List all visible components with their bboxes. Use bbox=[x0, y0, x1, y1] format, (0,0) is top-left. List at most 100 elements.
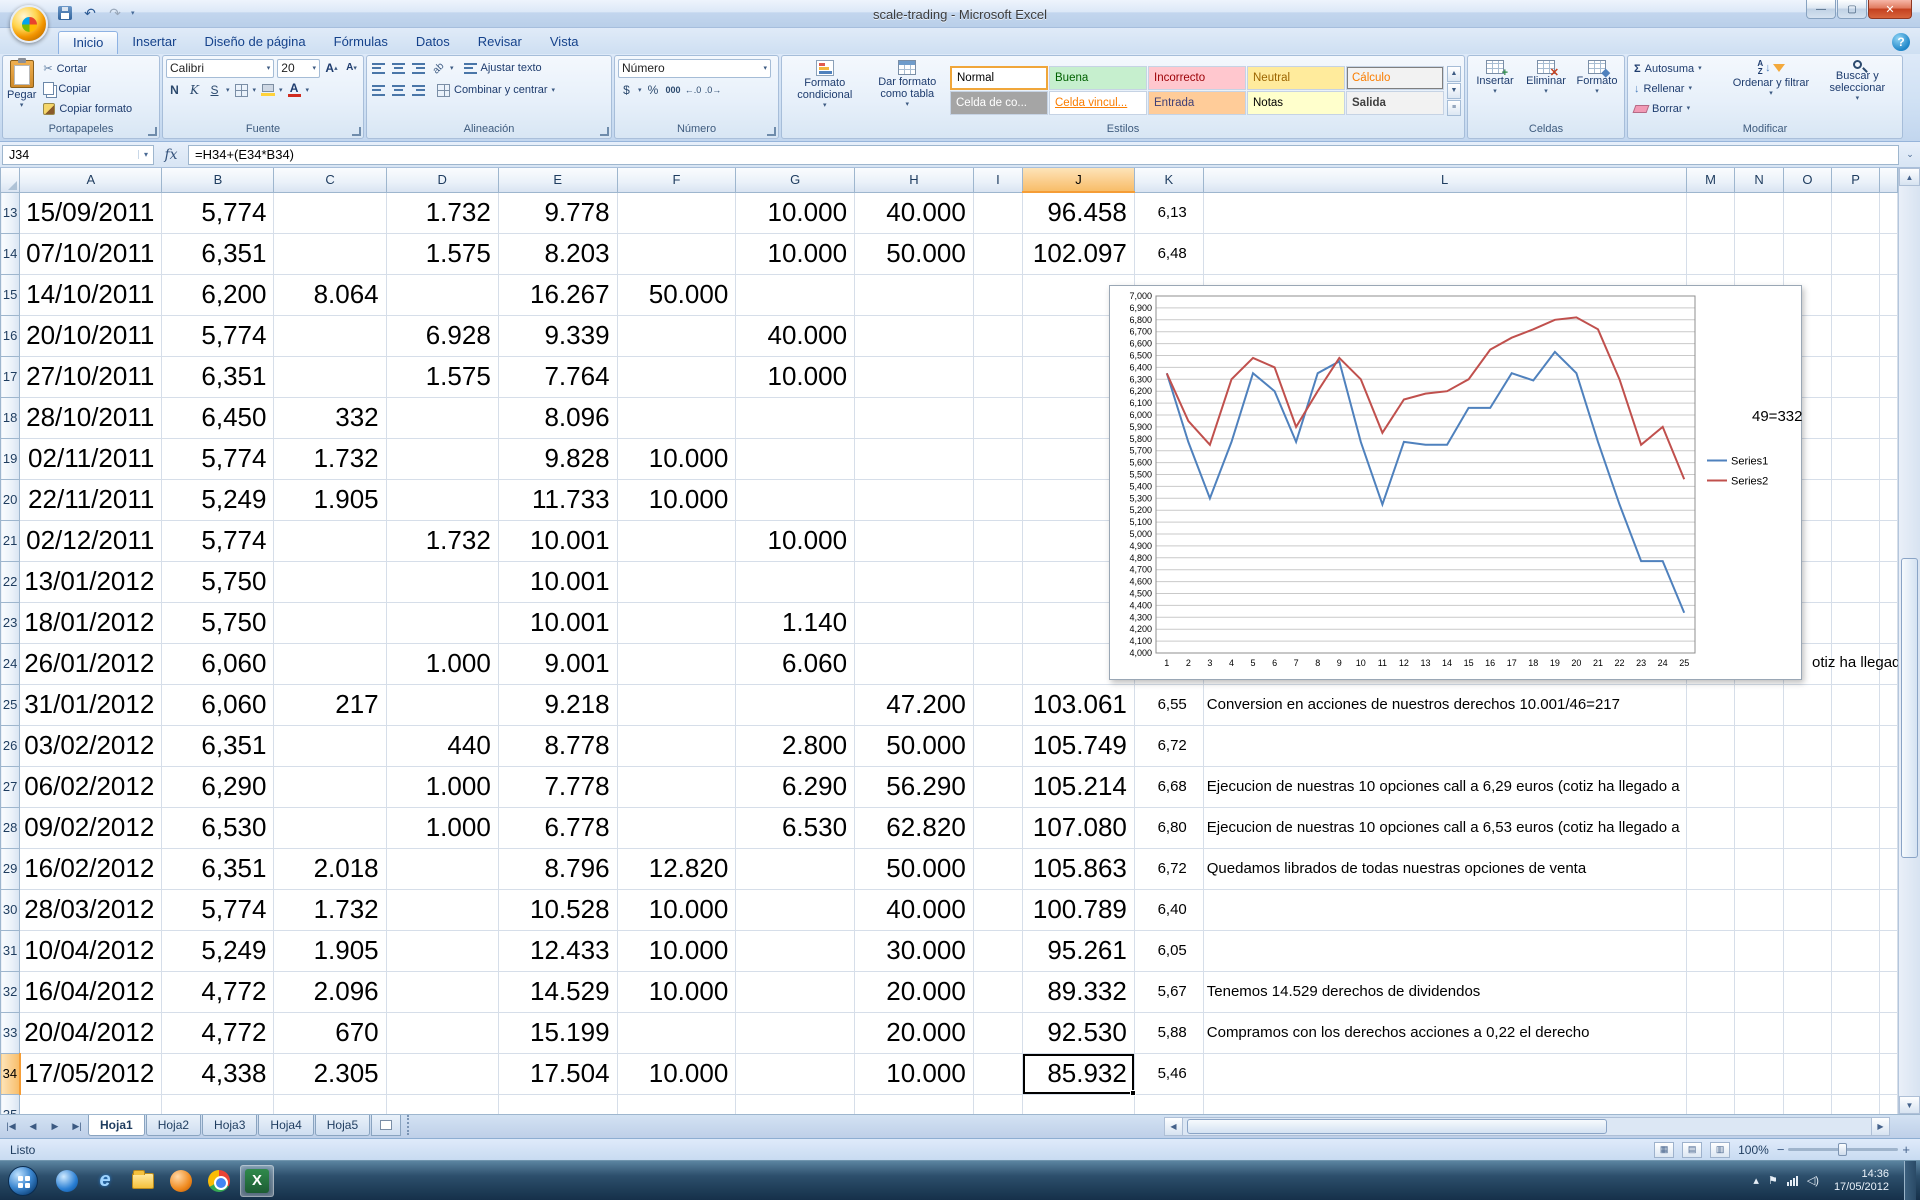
cell-M29[interactable] bbox=[1686, 848, 1735, 889]
column-header-G[interactable]: G bbox=[736, 168, 855, 192]
cell-K14[interactable]: 6,48 bbox=[1134, 233, 1203, 274]
cell-B19[interactable]: 5,774 bbox=[162, 438, 274, 479]
align-top-button[interactable] bbox=[370, 60, 387, 77]
merge-center-button[interactable]: Combinar y centrar▾ bbox=[434, 82, 558, 99]
row-header-19[interactable]: 19 bbox=[1, 438, 20, 479]
cell-A35[interactable] bbox=[20, 1094, 162, 1114]
cell-H14[interactable]: 50.000 bbox=[855, 233, 974, 274]
page-break-view-button[interactable]: ▥ bbox=[1710, 1142, 1730, 1158]
cell-G25[interactable] bbox=[736, 684, 855, 725]
vertical-scroll-thumb[interactable] bbox=[1901, 558, 1918, 858]
cell-C35[interactable] bbox=[274, 1094, 386, 1114]
cell-extra[interactable] bbox=[1880, 274, 1898, 315]
cell-B35[interactable] bbox=[162, 1094, 274, 1114]
cell-G24[interactable]: 6.060 bbox=[736, 643, 855, 684]
row-header-15[interactable]: 15 bbox=[1, 274, 20, 315]
cell-H21[interactable] bbox=[855, 520, 974, 561]
cell-J13[interactable]: 96.458 bbox=[1023, 192, 1135, 233]
cell-D30[interactable] bbox=[386, 889, 498, 930]
cell-E27[interactable]: 7.778 bbox=[498, 766, 617, 807]
name-box-dropdown-icon[interactable]: ▾ bbox=[138, 150, 153, 159]
cell-D18[interactable] bbox=[386, 397, 498, 438]
cell-A21[interactable]: 02/12/2011 bbox=[20, 520, 162, 561]
comma-format-button[interactable]: 000 bbox=[665, 82, 682, 99]
cell-F15[interactable]: 50.000 bbox=[617, 274, 736, 315]
cell-F32[interactable]: 10.000 bbox=[617, 971, 736, 1012]
taskbar-excel-icon[interactable]: X bbox=[240, 1165, 274, 1197]
cell-I30[interactable] bbox=[973, 889, 1022, 930]
volume-icon[interactable]: ◁) bbox=[1807, 1174, 1819, 1187]
gallery-up-button[interactable]: ▲ bbox=[1447, 66, 1461, 82]
cell-P20[interactable] bbox=[1832, 479, 1880, 520]
cell-B22[interactable]: 5,750 bbox=[162, 561, 274, 602]
gallery-more-button[interactable]: ≡ bbox=[1447, 100, 1461, 116]
cell-L25[interactable]: Conversion en acciones de nuestros derec… bbox=[1203, 684, 1686, 725]
cell-G27[interactable]: 6.290 bbox=[736, 766, 855, 807]
cell-N34[interactable] bbox=[1735, 1053, 1783, 1094]
cell-A30[interactable]: 28/03/2012 bbox=[20, 889, 162, 930]
column-header-O[interactable]: O bbox=[1783, 168, 1832, 192]
cell-A22[interactable]: 13/01/2012 bbox=[20, 561, 162, 602]
cell-M34[interactable] bbox=[1686, 1053, 1735, 1094]
cell-A31[interactable]: 10/04/2012 bbox=[20, 930, 162, 971]
cell-O30[interactable] bbox=[1783, 889, 1832, 930]
cell-extra[interactable] bbox=[1880, 889, 1898, 930]
cell-B24[interactable]: 6,060 bbox=[162, 643, 274, 684]
cell-D16[interactable]: 6.928 bbox=[386, 315, 498, 356]
row-header-23[interactable]: 23 bbox=[1, 602, 20, 643]
cell-I19[interactable] bbox=[973, 438, 1022, 479]
column-header-C[interactable]: C bbox=[274, 168, 386, 192]
cell-M31[interactable] bbox=[1686, 930, 1735, 971]
cell-G15[interactable] bbox=[736, 274, 855, 315]
number-format-combo[interactable]: Número▾ bbox=[618, 59, 771, 78]
column-header-E[interactable]: E bbox=[498, 168, 617, 192]
cell-L29[interactable]: Quedamos librados de todas nuestras opci… bbox=[1203, 848, 1686, 889]
cell-O29[interactable] bbox=[1783, 848, 1832, 889]
cell-M25[interactable] bbox=[1686, 684, 1735, 725]
cell-H19[interactable] bbox=[855, 438, 974, 479]
cell-E15[interactable]: 16.267 bbox=[498, 274, 617, 315]
font-color-button[interactable]: A bbox=[286, 82, 303, 99]
cell-B17[interactable]: 6,351 bbox=[162, 356, 274, 397]
cell-M26[interactable] bbox=[1686, 725, 1735, 766]
cell-N27[interactable] bbox=[1735, 766, 1783, 807]
cell-I27[interactable] bbox=[973, 766, 1022, 807]
cell-P29[interactable] bbox=[1832, 848, 1880, 889]
cell-E33[interactable]: 15.199 bbox=[498, 1012, 617, 1053]
conditional-formatting-button[interactable]: Formato condicional▾ bbox=[785, 58, 865, 123]
cell-G22[interactable] bbox=[736, 561, 855, 602]
cell-A24[interactable]: 26/01/2012 bbox=[20, 643, 162, 684]
cell-F24[interactable] bbox=[617, 643, 736, 684]
cell-A15[interactable]: 14/10/2011 bbox=[20, 274, 162, 315]
cell-A32[interactable]: 16/04/2012 bbox=[20, 971, 162, 1012]
cell-H33[interactable]: 20.000 bbox=[855, 1012, 974, 1053]
zoom-slider-thumb[interactable] bbox=[1838, 1143, 1847, 1156]
cell-A13[interactable]: 15/09/2011 bbox=[20, 192, 162, 233]
cell-E21[interactable]: 10.001 bbox=[498, 520, 617, 561]
name-box[interactable]: J34▾ bbox=[2, 145, 154, 165]
cell-style-4[interactable]: Cálculo bbox=[1346, 66, 1444, 90]
column-header-J[interactable]: J bbox=[1023, 168, 1135, 192]
grow-font-button[interactable]: A▴ bbox=[323, 60, 340, 77]
column-header-B[interactable]: B bbox=[162, 168, 274, 192]
cell-P30[interactable] bbox=[1832, 889, 1880, 930]
embedded-chart[interactable]: 4,0004,1004,2004,3004,4004,5004,6004,700… bbox=[1109, 285, 1802, 680]
cell-A20[interactable]: 22/11/2011 bbox=[20, 479, 162, 520]
row-header-31[interactable]: 31 bbox=[1, 930, 20, 971]
cut-button[interactable]: ✂Cortar bbox=[40, 60, 135, 77]
align-center-button[interactable] bbox=[390, 82, 407, 99]
cell-style-5[interactable]: Celda de co... bbox=[950, 91, 1048, 115]
cell-J28[interactable]: 107.080 bbox=[1023, 807, 1135, 848]
increase-decimal-button[interactable]: ←.0 bbox=[685, 82, 702, 99]
cell-P25[interactable] bbox=[1832, 684, 1880, 725]
cell-D29[interactable] bbox=[386, 848, 498, 889]
cell-K30[interactable]: 6,40 bbox=[1134, 889, 1203, 930]
cell-B23[interactable]: 5,750 bbox=[162, 602, 274, 643]
cell-F33[interactable] bbox=[617, 1012, 736, 1053]
cell-L28[interactable]: Ejecucion de nuestras 10 opciones call a… bbox=[1203, 807, 1686, 848]
cell-H30[interactable]: 40.000 bbox=[855, 889, 974, 930]
cell-K13[interactable]: 6,13 bbox=[1134, 192, 1203, 233]
cell-G20[interactable] bbox=[736, 479, 855, 520]
cell-I25[interactable] bbox=[973, 684, 1022, 725]
cell-D13[interactable]: 1.732 bbox=[386, 192, 498, 233]
